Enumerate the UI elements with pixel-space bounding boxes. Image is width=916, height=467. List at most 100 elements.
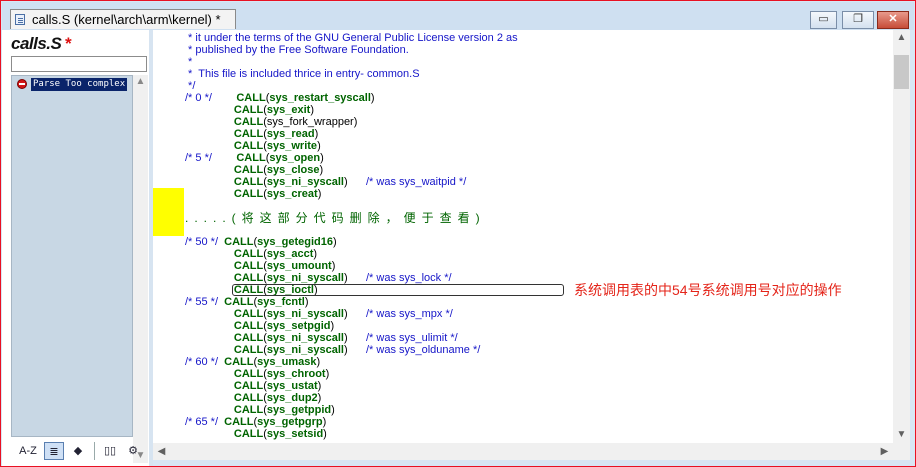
code-token: ) — [314, 128, 319, 140]
close-button[interactable]: ✕ — [877, 11, 909, 29]
code-token: CALL — [233, 404, 264, 416]
restore-button[interactable]: ❐ — [842, 11, 874, 29]
code-token: ) — [323, 428, 327, 440]
code-token: sys_ni_syscall — [266, 176, 344, 188]
code-token: ) — [316, 356, 321, 368]
highlight-marker — [153, 188, 184, 236]
code-line: CALL(sys_getppid) — [185, 404, 885, 416]
code-token: sys_read — [266, 128, 315, 140]
symbol-item[interactable]: Parse Too complex — [15, 78, 132, 91]
symbol-panel-toolbar: A-Z ≣ ◆ ▯▯ ⚙ — [10, 437, 151, 463]
code-line: CALL(sys_exit) — [185, 104, 885, 116]
code-token: CALL — [233, 104, 264, 116]
scroll-thumb[interactable] — [894, 55, 909, 89]
tab-calls-s[interactable]: calls.S (kernel\arch\arm\kernel) * — [10, 9, 236, 29]
code-token: CALL — [233, 176, 264, 188]
code-token: ) — [343, 272, 366, 284]
code-token: ) — [317, 188, 322, 200]
scroll-up-arrow-icon[interactable]: ▲ — [133, 75, 148, 89]
vertical-scrollbar[interactable]: ▲ ▼ — [893, 30, 910, 443]
properties-icon[interactable]: ⚙ — [123, 442, 143, 460]
modified-marker: * — [64, 34, 71, 53]
code-token: /* 5 */ — [185, 152, 212, 164]
code-token: sys_getppid — [266, 404, 332, 416]
editor-window: calls.S (kernel\arch\arm\kernel) * ▭ ❐ ✕… — [0, 0, 916, 467]
scroll-corner — [893, 443, 910, 460]
code-line: CALL(sys_umount) — [185, 260, 885, 272]
code-token: CALL — [233, 308, 264, 320]
code-line: /* 50 */ CALL(sys_getegid16) — [185, 236, 885, 248]
code-token: sys_ni_syscall — [266, 332, 344, 344]
code-token: ) — [343, 176, 366, 188]
list-view-icon[interactable]: ≣ — [44, 442, 64, 460]
symbol-search-input[interactable] — [11, 56, 147, 72]
code-token: sys_fcntl — [257, 296, 305, 308]
code-line: /* 5 */ CALL(sys_open) — [185, 152, 885, 164]
code-token: * it under the terms of the GNU General … — [185, 32, 518, 44]
symbol-list[interactable]: Parse Too complex — [11, 75, 133, 437]
code-token: CALL — [236, 92, 266, 104]
annotation-box — [232, 284, 564, 296]
sort-az-icon[interactable]: A-Z — [18, 442, 38, 460]
file-title: calls.S * — [11, 34, 71, 54]
code-line: CALL(sys_ni_syscall) /* was sys_ulimit *… — [185, 332, 885, 344]
code-line: CALL(sys_close) — [185, 164, 885, 176]
code-line: CALL(sys_read) — [185, 128, 885, 140]
error-icon — [17, 79, 27, 89]
code-token: sys_close — [266, 164, 320, 176]
code-token: CALL — [236, 152, 266, 164]
code-token: ) — [343, 332, 366, 344]
code-token: ) — [304, 296, 309, 308]
code-token: ) — [331, 260, 336, 272]
code-token: sys_getpgrp — [257, 416, 323, 428]
code-token: sys_chroot — [266, 368, 326, 380]
code-token: sys_fork_wrapper — [266, 116, 354, 128]
code-line: CALL(sys_creat) — [185, 188, 885, 200]
code-line: * it under the terms of the GNU General … — [185, 32, 885, 44]
code-text[interactable]: * it under the terms of the GNU General … — [185, 32, 885, 440]
code-line: CALL(sys_setpgid) — [185, 320, 885, 332]
horizontal-scrollbar[interactable]: ◀ ▶ — [153, 443, 893, 460]
scroll-right-arrow-icon[interactable]: ▶ — [876, 443, 893, 460]
code-token: CALL — [233, 320, 264, 332]
book-icon[interactable]: ▯▯ — [100, 442, 120, 460]
scroll-up-arrow-icon[interactable]: ▲ — [893, 30, 910, 46]
code-line: * This file is included thrice in entry-… — [185, 68, 885, 80]
omitted-note: .....(将这部分代码删除，便于查看) — [185, 211, 486, 225]
code-token: sys_setsid — [266, 428, 324, 440]
code-token: CALL — [224, 296, 254, 308]
code-line: .....(将这部分代码删除，便于查看) — [185, 212, 885, 224]
symbol-types-icon[interactable]: ◆ — [68, 442, 88, 460]
code-token: /* was sys_mpx */ — [365, 308, 453, 320]
code-editor[interactable]: * it under the terms of the GNU General … — [153, 30, 893, 443]
code-line: CALL(sys_ni_syscall) /* was sys_olduname… — [185, 344, 885, 356]
code-token: CALL — [233, 332, 264, 344]
code-line: * — [185, 56, 885, 68]
code-token: /* 50 */ — [185, 236, 219, 248]
scroll-left-arrow-icon[interactable]: ◀ — [153, 443, 170, 460]
code-token: /* 0 */ — [185, 92, 212, 104]
code-line: CALL(sys_ni_syscall) /* was sys_mpx */ — [185, 308, 885, 320]
scroll-down-arrow-icon[interactable]: ▼ — [893, 427, 910, 443]
code-line: */ — [185, 80, 885, 92]
symbol-list-scrollbar[interactable]: ▲ ▼ — [133, 75, 148, 463]
code-token: CALL — [224, 416, 254, 428]
code-token: ) — [343, 344, 366, 356]
code-line: CALL(sys_acct) — [185, 248, 885, 260]
minimize-button[interactable]: ▭ — [810, 11, 837, 29]
code-line: CALL(sys_chroot) — [185, 368, 885, 380]
